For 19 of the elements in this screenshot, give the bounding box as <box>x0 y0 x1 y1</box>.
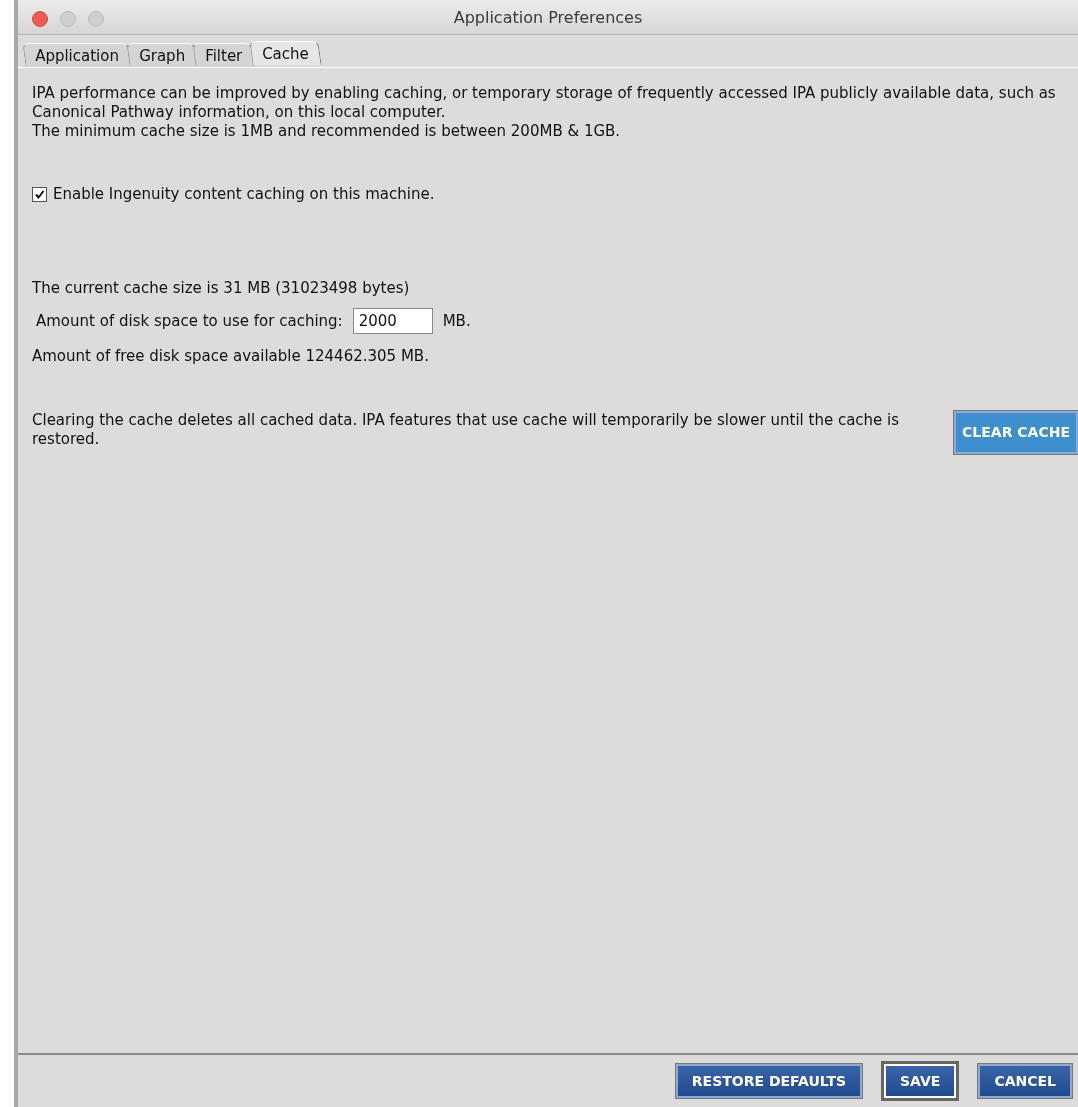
window-title: Application Preferences <box>453 7 643 27</box>
description-text: The minimum cache size is 1MB and recommended is between 200MB & 1GB. <box>32 122 622 141</box>
tab[interactable]: Application <box>22 43 132 67</box>
field-label: Amount of disk space to use for caching: <box>36 311 343 331</box>
tab[interactable]: Graph <box>126 43 198 67</box>
unit-label: MB. <box>442 311 471 331</box>
cache-size-text: The current cache size is 31 MB (31023498 bytes) <box>32 279 411 298</box>
disk-space-field[interactable]: 2000 <box>352 308 433 334</box>
close-icon[interactable] <box>32 11 48 27</box>
clear-cache-text: Clearing the cache deletes all cached data. IPA features that use cache will temporarily be slower until the cache is restored. <box>32 411 901 449</box>
checkbox[interactable] <box>32 187 47 202</box>
checkbox-label: Enable Ingenuity content caching on this machine. <box>53 185 435 204</box>
dialog-button[interactable]: SAVE <box>884 1064 957 1098</box>
dialog-button[interactable]: CANCEL <box>978 1064 1072 1098</box>
tab[interactable]: Filter <box>192 43 255 67</box>
free-space-text: Amount of free disk space available 124462.305 MB. <box>32 347 430 366</box>
tab[interactable]: Cache <box>249 41 322 65</box>
description-text: IPA performance can be improved by enabling caching, or temporary storage of frequently accessed IPA publicly available data, such as Canonical Pathway information, on this local computer. <box>32 84 1057 122</box>
dialog-button[interactable]: RESTORE DEFAULTS <box>675 1064 863 1098</box>
